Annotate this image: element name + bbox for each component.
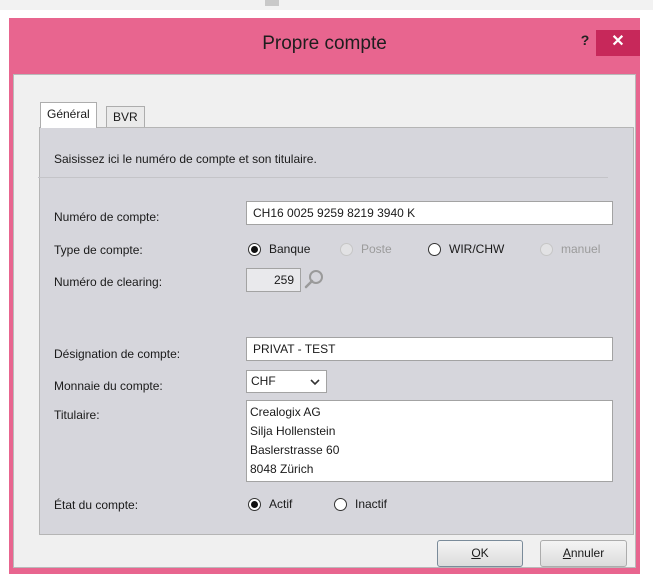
radio-dot [248,242,261,256]
ok-mnemonic: O [471,546,481,560]
tab-bvr[interactable]: BVR [106,106,145,128]
radio-actif[interactable]: Actif [248,497,292,511]
holder-line: Silja Hollenstein [250,424,336,438]
clearing-label: Numéro de clearing: [54,275,163,289]
background-strip [0,0,653,10]
clearing-input[interactable]: 259 [246,268,301,292]
chevron-down-icon [310,379,320,386]
currency-label: Monnaie du compte: [54,379,163,393]
currency-value: CHF [251,374,276,388]
ok-button[interactable]: OK [437,540,523,567]
magnifier-icon[interactable] [303,268,325,290]
radio-wir-chw[interactable]: WIR/CHW [428,242,504,256]
ok-label-rest: K [480,546,489,560]
holder-line: Crealogix AG [250,405,321,419]
title-bar[interactable]: Propre compte ? ✕ [9,18,640,73]
radio-dot [428,242,441,256]
cancel-mnemonic: A [562,546,571,560]
holder-line: Baslerstrasse 60 [250,443,340,457]
help-button[interactable]: ? [575,30,595,50]
radio-dot [334,497,347,511]
dialog-window: Propre compte ? ✕ Général BVR Saisissez … [9,18,640,574]
radio-label: WIR/CHW [449,242,505,256]
radio-dot [248,497,261,511]
background-stub [265,0,279,6]
designation-label: Désignation de compte: [54,347,181,361]
radio-manuel[interactable]: manuel [540,242,600,256]
radio-poste[interactable]: Poste [340,242,392,256]
radio-label: Banque [269,242,311,256]
radio-label: Inactif [355,497,388,511]
dialog-body: Général BVR Saisissez ici le numéro de c… [13,74,636,568]
close-button[interactable]: ✕ [596,30,640,56]
account-number-input[interactable]: CH16 0025 9259 8219 3940 K [246,201,613,225]
radio-label: manuel [561,242,601,256]
intro-text: Saisissez ici le numéro de compte et son… [54,152,317,166]
radio-label: Poste [361,242,392,256]
holder-line: 8048 Zürich [250,462,314,476]
intro-banner: Saisissez ici le numéro de compte et son… [38,145,608,178]
currency-select[interactable]: CHF [246,370,327,393]
radio-inactif[interactable]: Inactif [334,497,387,511]
radio-dot [340,242,353,256]
radio-dot [540,242,553,256]
designation-input[interactable]: PRIVAT - TEST [246,337,613,361]
tab-general[interactable]: Général [40,102,97,128]
account-number-label: Numéro de compte: [54,210,160,224]
account-type-label: Type de compte: [54,243,143,257]
holder-textarea[interactable]: Crealogix AG Silja Hollenstein Baslerstr… [246,400,613,482]
cancel-label-rest: nnuler [570,546,605,560]
cancel-button[interactable]: Annuler [540,540,627,567]
window-title: Propre compte [262,33,387,54]
status-label: État du compte: [54,498,139,512]
close-icon: ✕ [611,33,625,50]
radio-label: Actif [269,497,293,511]
radio-banque[interactable]: Banque [248,242,310,256]
holder-label: Titulaire: [54,408,100,422]
